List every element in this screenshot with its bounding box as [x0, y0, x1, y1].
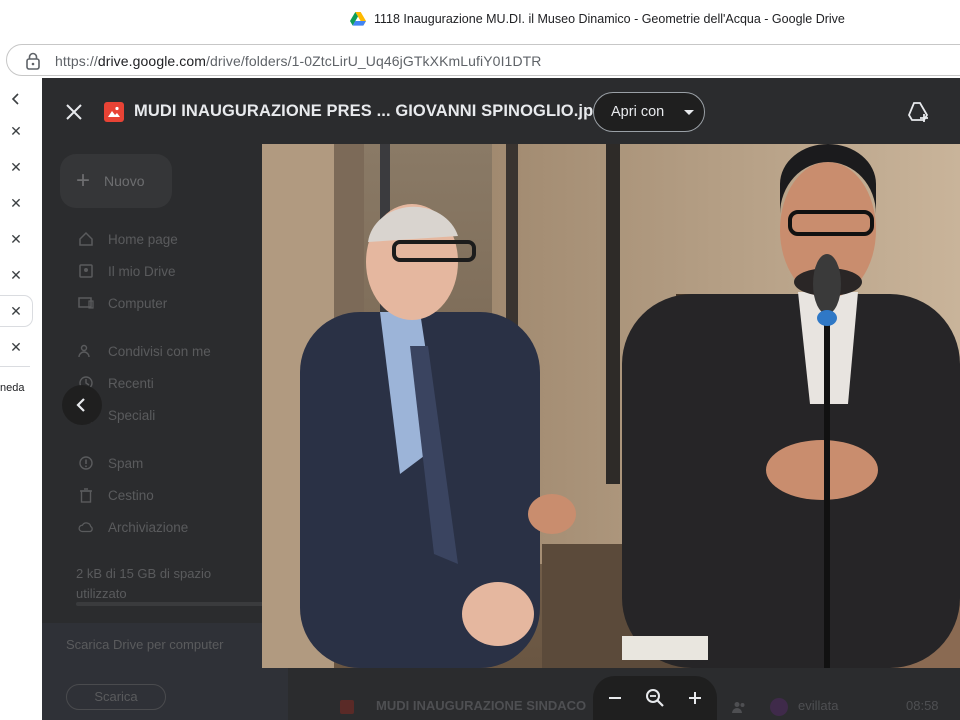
storage-usage-text: 2 kB di 15 GB di spazio utilizzato — [76, 566, 212, 601]
home-icon — [78, 231, 94, 247]
close-icon: ✕ — [10, 230, 22, 247]
google-drive-icon — [350, 12, 366, 26]
nav-item-label: Computer — [108, 295, 168, 311]
close-icon: ✕ — [10, 194, 22, 211]
nav-item-computer[interactable]: Computer — [78, 292, 167, 314]
tab-partial-label[interactable]: neda — [0, 382, 24, 394]
lock-icon[interactable] — [25, 52, 41, 70]
tab-close-button[interactable]: ✕ — [0, 152, 32, 182]
zoom-reset-button[interactable] — [643, 686, 667, 710]
new-button[interactable]: + Nuovo — [60, 154, 172, 208]
download-button[interactable]: Scarica — [66, 684, 166, 710]
nav-item-trash[interactable]: Cestino — [78, 484, 154, 506]
file-owner: evillata — [798, 698, 839, 713]
tab-close-button[interactable]: ✕ — [0, 260, 32, 290]
vertical-tab-strip: ✕ ✕ ✕ ✕ ✕ ✕ ✕ neda — [0, 78, 42, 720]
close-icon: ✕ — [10, 338, 22, 355]
tab-close-button-active[interactable]: ✕ — [0, 296, 32, 326]
nav-item-home[interactable]: Home page — [78, 228, 178, 250]
open-with-label: Apri con — [611, 104, 665, 120]
tab-close-button[interactable]: ✕ — [0, 224, 32, 254]
file-modified-time: 08:58 — [906, 698, 939, 713]
nav-item-my-drive[interactable]: Il mio Drive — [78, 260, 176, 282]
close-icon: ✕ — [10, 158, 22, 175]
tab-close-button[interactable]: ✕ — [0, 116, 32, 146]
shared-people-icon — [732, 702, 745, 713]
chevron-left-icon — [76, 398, 85, 412]
zoom-out-button[interactable] — [603, 686, 627, 710]
address-bar[interactable]: https://drive.google.com/drive/folders/1… — [6, 44, 960, 76]
nav-item-label: Home page — [108, 231, 178, 247]
new-button-label: Nuovo — [104, 173, 145, 189]
open-with-button[interactable]: Apri con — [593, 92, 705, 132]
url-path: /drive/folders/1-0ZtcLirU_Uq46jGTkXKmLuf… — [206, 53, 542, 69]
promo-text: Scarica Drive per computer — [66, 637, 224, 652]
preview-image — [262, 144, 960, 668]
plus-icon — [689, 692, 701, 704]
nav-item-storage[interactable]: Archiviazione — [78, 516, 188, 538]
nav-item-shared[interactable]: Condivisi con me — [78, 340, 211, 362]
nav-item-label: Recenti — [108, 375, 154, 391]
magnifier-minus-icon — [646, 689, 664, 707]
url-text[interactable]: https://drive.google.com/drive/folders/1… — [55, 53, 542, 69]
photo-two-men-speaking — [262, 144, 960, 668]
close-viewer-icon[interactable] — [62, 100, 86, 124]
add-to-drive-icon[interactable] — [906, 100, 930, 124]
nav-item-spam[interactable]: Spam — [78, 452, 143, 474]
storage-bar — [76, 602, 266, 606]
tab-close-button[interactable]: ✕ — [0, 188, 32, 218]
url-prefix: https:// — [55, 53, 98, 69]
tab-close-button[interactable]: ✕ — [0, 332, 32, 362]
zoom-toolbar — [593, 676, 717, 720]
chevron-left-icon — [11, 93, 19, 105]
minus-icon — [609, 697, 621, 699]
chevron-down-icon — [684, 109, 695, 115]
close-icon: ✕ — [10, 266, 22, 283]
browser-title-bar: 1118 Inaugurazione MU.DI. il Museo Dinam… — [0, 0, 960, 42]
tab-strip-back-button[interactable] — [0, 84, 32, 114]
close-icon: ✕ — [10, 122, 22, 139]
spam-icon — [78, 455, 94, 471]
trash-icon — [78, 487, 94, 503]
url-domain: drive.google.com — [97, 53, 207, 69]
nav-item-label: Spam — [108, 455, 144, 471]
nav-item-label: Speciali — [108, 407, 156, 423]
zoom-in-button[interactable] — [683, 686, 707, 710]
window-title: 1118 Inaugurazione MU.DI. il Museo Dinam… — [374, 12, 845, 26]
download-drive-promo: Scarica Drive per computer Scarica — [42, 623, 288, 720]
my-drive-icon — [78, 263, 94, 279]
plus-icon: + — [76, 167, 91, 194]
nav-item-label: Condivisi con me — [108, 343, 211, 359]
nav-item-label: Cestino — [108, 487, 154, 503]
image-file-icon — [340, 700, 354, 714]
owner-avatar — [770, 698, 788, 716]
shared-icon — [78, 343, 94, 359]
nav-item-label: Archiviazione — [108, 519, 189, 535]
close-icon: ✕ — [10, 302, 22, 319]
previous-file-button[interactable] — [62, 385, 102, 425]
viewer-file-title: MUDI INAUGURAZIONE PRES ... GIOVANNI SPI… — [134, 102, 604, 120]
image-file-icon — [104, 102, 124, 122]
file-name: MUDI INAUGURAZIONE SINDACO — [376, 698, 587, 713]
cloud-icon — [78, 519, 94, 535]
tab-divider — [0, 366, 30, 367]
computer-icon — [78, 295, 94, 311]
nav-item-label: Il mio Drive — [108, 263, 176, 279]
